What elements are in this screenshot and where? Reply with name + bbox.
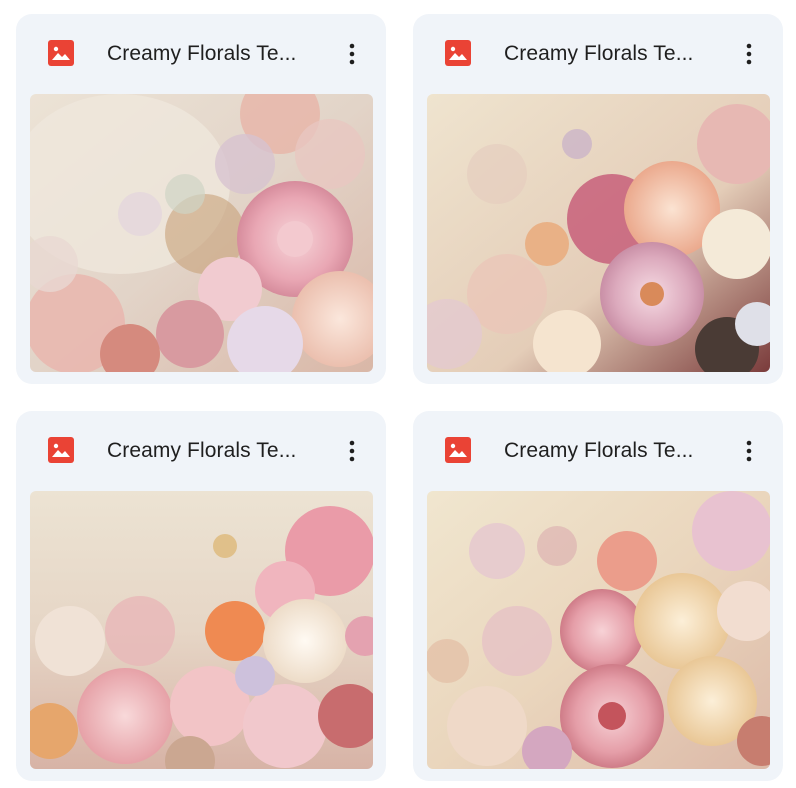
- floral-thumbnail[interactable]: [427, 94, 770, 372]
- file-card-header: Creamy Florals Te...: [16, 411, 386, 487]
- more-vert-icon[interactable]: [731, 433, 767, 469]
- floral-thumbnail[interactable]: [30, 94, 373, 372]
- file-title: Creamy Florals Te...: [107, 42, 297, 65]
- more-vert-icon[interactable]: [731, 36, 767, 72]
- file-title: Creamy Florals Te...: [107, 439, 297, 462]
- file-card[interactable]: Creamy Florals Te...: [413, 411, 783, 781]
- file-card[interactable]: Creamy Florals Te...: [16, 14, 386, 384]
- image-file-icon: [48, 40, 74, 66]
- file-card-header: Creamy Florals Te...: [16, 14, 386, 90]
- file-card-header: Creamy Florals Te...: [413, 14, 783, 90]
- file-title: Creamy Florals Te...: [504, 439, 694, 462]
- file-card[interactable]: Creamy Florals Te...: [16, 411, 386, 781]
- file-grid: Creamy Florals Te... Creamy Florals Te..…: [0, 0, 796, 788]
- floral-thumbnail[interactable]: [30, 491, 373, 769]
- more-vert-icon[interactable]: [334, 433, 370, 469]
- image-file-icon: [445, 437, 471, 463]
- floral-thumbnail[interactable]: [427, 491, 770, 769]
- file-card-header: Creamy Florals Te...: [413, 411, 783, 487]
- image-file-icon: [445, 40, 471, 66]
- more-vert-icon[interactable]: [334, 36, 370, 72]
- file-title: Creamy Florals Te...: [504, 42, 694, 65]
- file-card[interactable]: Creamy Florals Te...: [413, 14, 783, 384]
- image-file-icon: [48, 437, 74, 463]
